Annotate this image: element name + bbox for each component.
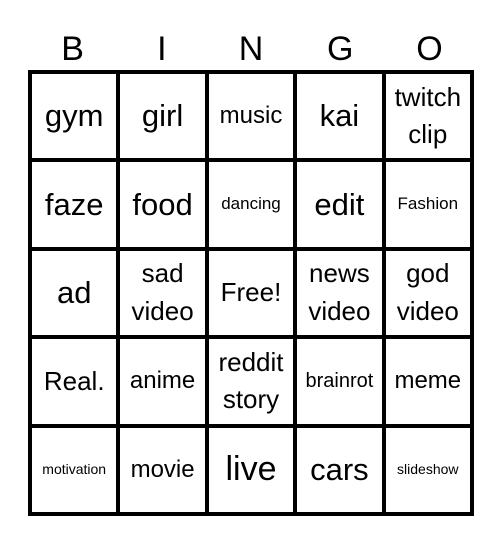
bingo-cell[interactable]: sad video (120, 250, 205, 336)
bingo-cell[interactable]: music (208, 74, 294, 159)
bingo-cell[interactable]: Fashion (385, 162, 470, 247)
bingo-cell[interactable]: girl (120, 74, 205, 159)
header-letter-g: G (326, 30, 354, 68)
header-letter-o: O (416, 30, 443, 68)
header-letter-b: B (61, 30, 84, 68)
bingo-cell[interactable]: kai (297, 74, 382, 159)
bingo-cell[interactable]: news video (297, 250, 382, 336)
bingo-grid: gym girl music kai twitch clip faze food… (28, 70, 474, 516)
bingo-cell[interactable]: cars (297, 427, 382, 512)
bingo-cell[interactable]: gym (32, 74, 117, 159)
bingo-cell[interactable]: slideshow (385, 427, 470, 512)
bingo-cell[interactable]: motivation (32, 427, 117, 512)
bingo-cell[interactable]: brainrot (297, 339, 382, 424)
bingo-cell[interactable]: dancing (208, 162, 294, 247)
free-space-cell[interactable]: Free! (208, 250, 294, 336)
header-letter-n: N (238, 30, 264, 68)
bingo-cell[interactable]: food (120, 162, 205, 247)
bingo-cell[interactable]: movie (120, 427, 205, 512)
header-letter-i: I (157, 30, 167, 68)
bingo-cell[interactable]: live (208, 427, 294, 512)
bingo-cell[interactable]: edit (297, 162, 382, 247)
bingo-cell[interactable]: Real. (32, 339, 117, 424)
bingo-cell[interactable]: faze (32, 162, 117, 247)
bingo-cell[interactable]: reddit story (208, 339, 294, 424)
bingo-cell[interactable]: ad (32, 250, 117, 336)
bingo-cell[interactable]: twitch clip (385, 74, 470, 159)
bingo-cell[interactable]: meme (385, 339, 470, 424)
bingo-cell[interactable]: god video (385, 250, 470, 336)
bingo-header: B I N G O (28, 28, 474, 70)
bingo-cell[interactable]: anime (120, 339, 205, 424)
